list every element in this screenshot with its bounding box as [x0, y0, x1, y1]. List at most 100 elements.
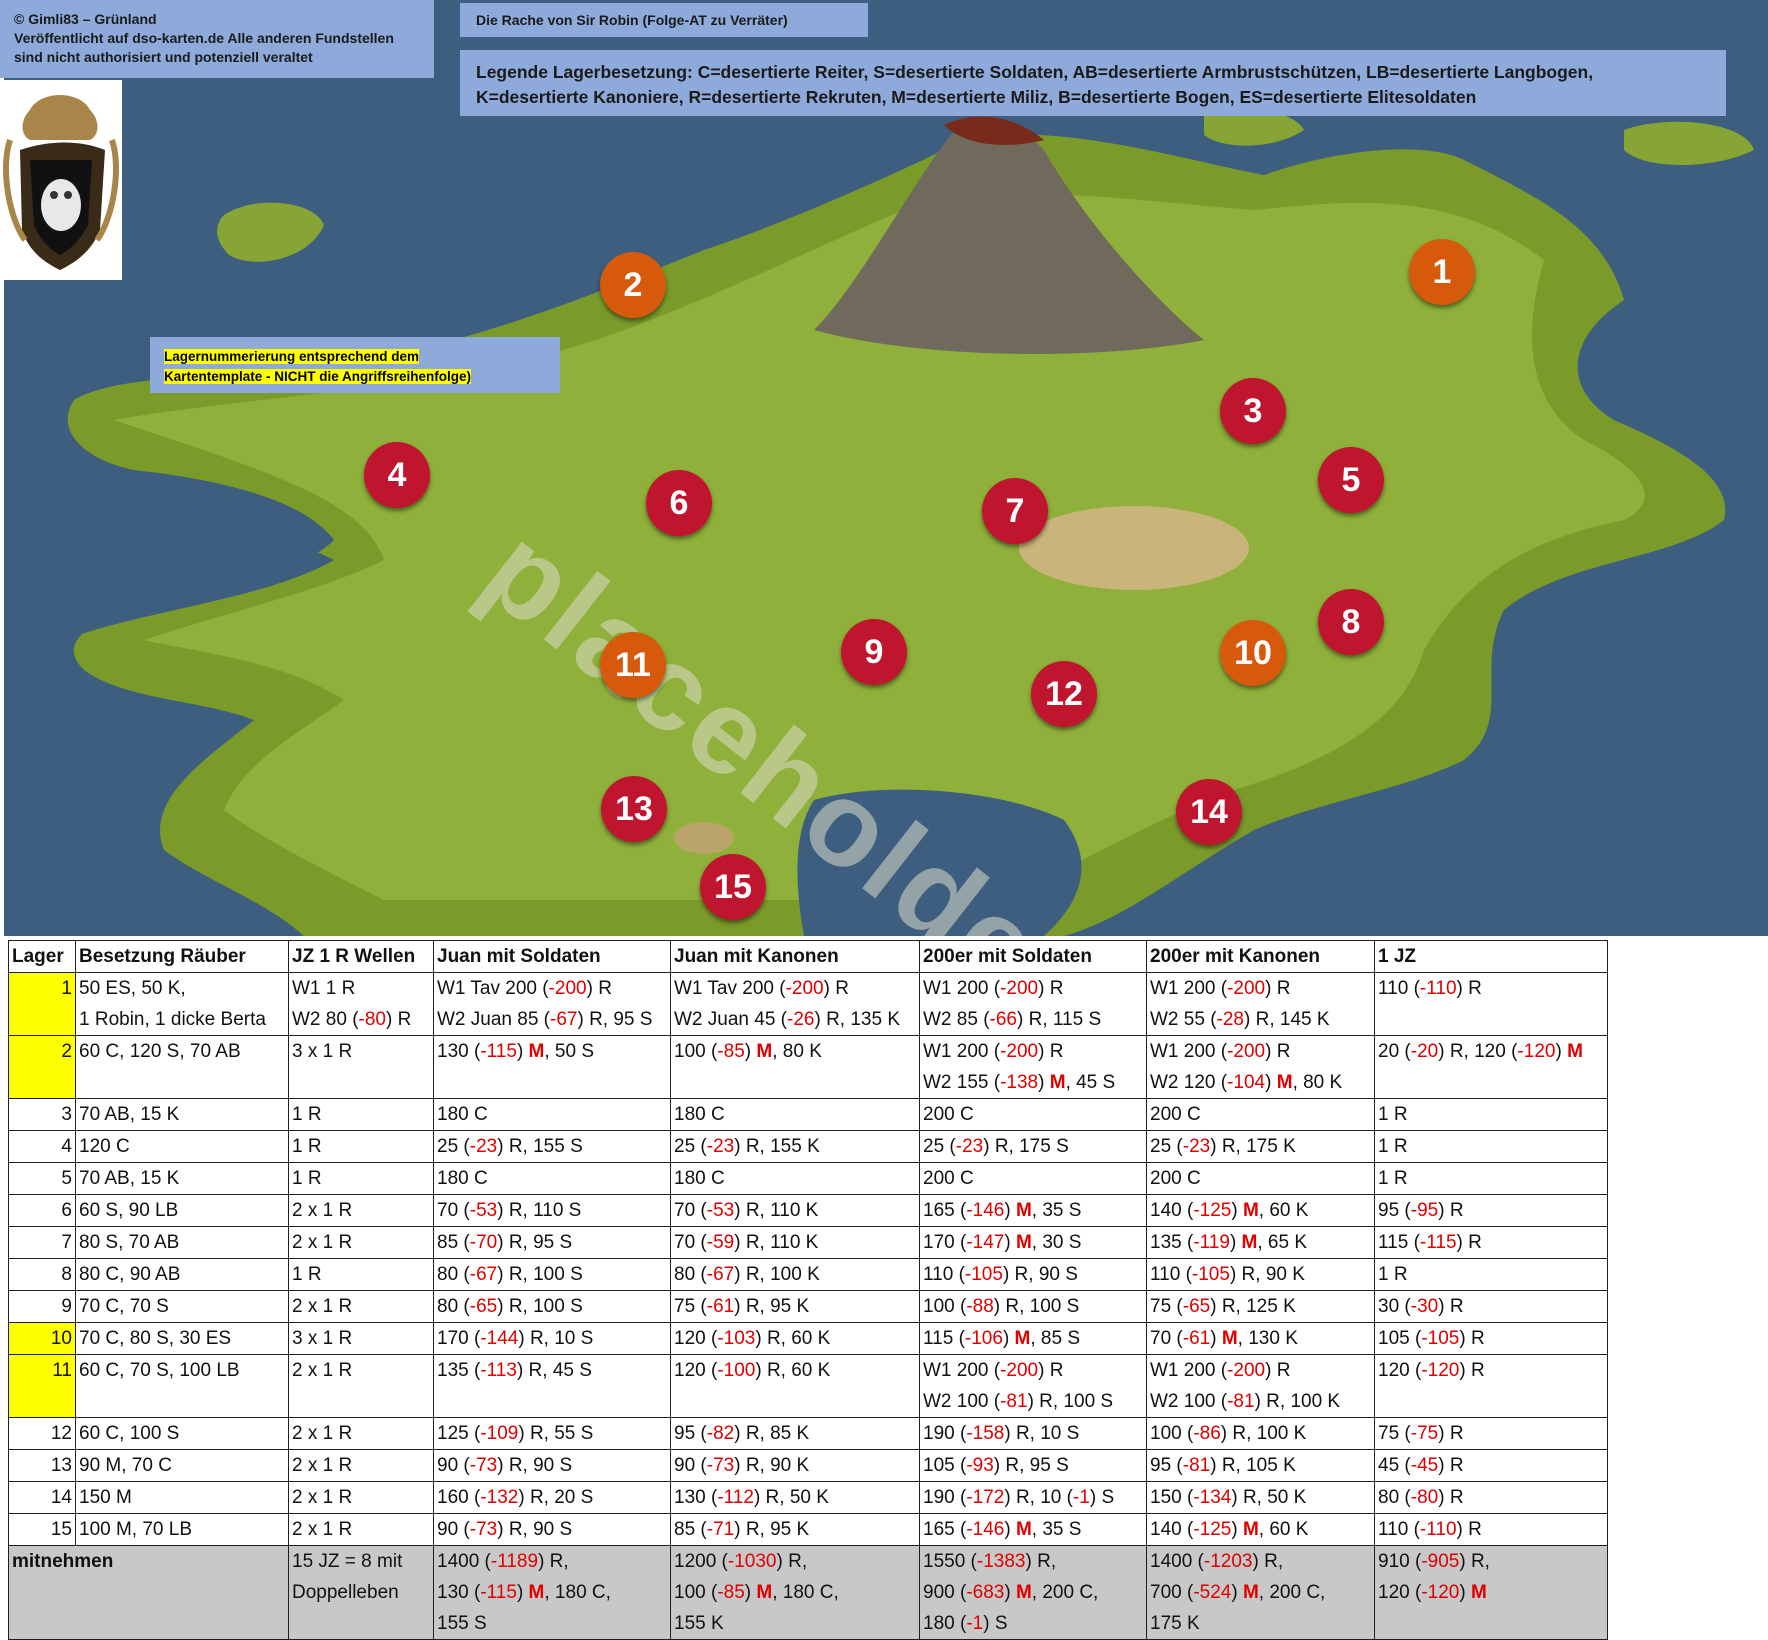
camp-marker-4[interactable]: 4: [364, 442, 430, 508]
camp-marker-9[interactable]: 9: [841, 619, 907, 685]
loss-value: -1383: [976, 1551, 1026, 1572]
camp-marker-13[interactable]: 13: [601, 776, 667, 842]
game-map: placeholder: [4, 0, 1768, 936]
loss-value: -200: [1000, 978, 1039, 999]
cell-line: 1 R: [1378, 1264, 1408, 1285]
adventure-title: Die Rache von Sir Robin (Folge-AT zu Ver…: [460, 3, 868, 37]
camp-marker-6[interactable]: 6: [646, 470, 712, 536]
cell-line: 15 JZ = 8 mit: [292, 1551, 403, 1572]
table-cell: 85 (-71) R, 95 K: [670, 1513, 920, 1546]
table-cell: 125 (-109) R, 55 S: [433, 1417, 671, 1450]
cell-line: 3 x 1 R: [292, 1328, 353, 1349]
camp-marker-3[interactable]: 3: [1220, 378, 1286, 444]
cell-line: 2 x 1 R: [292, 1232, 353, 1253]
table-cell: 120 (-120) R: [1374, 1354, 1608, 1418]
table-cell: 180 C: [433, 1098, 671, 1131]
militia-unit: M: [1049, 1072, 1066, 1093]
loss-value: -61: [706, 1296, 735, 1317]
table-cell: 2 x 1 R: [288, 1194, 434, 1227]
table-cell: 120 C: [75, 1130, 289, 1163]
camp-marker-11[interactable]: 11: [600, 632, 666, 698]
table-cell: 130 (-112) R, 50 K: [670, 1481, 920, 1514]
table-cell: 90 (-73) R, 90 S: [433, 1449, 671, 1482]
cell-line: 155 K: [674, 1613, 724, 1634]
table-cell: 90 M, 70 C: [75, 1449, 289, 1482]
cell-line: W2 100 (-81) R, 100 K: [1150, 1391, 1341, 1412]
militia-unit: M: [1567, 1041, 1583, 1062]
camp-marker-15[interactable]: 15: [700, 854, 766, 920]
militia-unit: M: [756, 1582, 773, 1603]
camp-marker-5[interactable]: 5: [1318, 447, 1384, 513]
loss-value: -105: [1191, 1264, 1230, 1285]
cell-line: 120 (-100) R, 60 K: [674, 1360, 831, 1381]
cell-line: 170 (-144) R, 10 S: [437, 1328, 594, 1349]
table-cell: 70 C, 70 S: [75, 1290, 289, 1323]
camp-number-cell: 6: [8, 1194, 76, 1227]
loss-value: -200: [1227, 1360, 1266, 1381]
camp-marker-12[interactable]: 12: [1031, 661, 1097, 727]
table-row: 4 120 C 1 R 25 (-23) R, 155 S 25 (-23) R, 15…: [8, 1130, 1608, 1163]
loss-value: -105: [964, 1264, 1003, 1285]
cell-line: 110 (-110) R: [1378, 1519, 1482, 1540]
cell-line: 80 (-65) R, 100 S: [437, 1296, 583, 1317]
table-cell: 100 (-88) R, 100 S: [919, 1290, 1147, 1323]
loss-value: -73: [706, 1455, 735, 1476]
loss-value: -125: [1193, 1519, 1232, 1540]
cell-line: W2 Juan 85 (-67) R, 95 S: [437, 1009, 653, 1030]
column-header: Juan mit Soldaten: [433, 940, 671, 973]
cell-line: W2 155 (-138) M, 45 S: [923, 1072, 1116, 1093]
loss-value: -93: [966, 1455, 994, 1476]
cell-line: 1 R: [292, 1136, 322, 1157]
credit-line: © Gimli83 – Grünland: [14, 11, 157, 27]
cell-line: 200 C: [1150, 1168, 1201, 1189]
cell-line: 135 (-113) R, 45 S: [437, 1360, 592, 1381]
table-cell: 95 (-82) R, 85 K: [670, 1417, 920, 1450]
table-cell: 170 (-147) M, 30 S: [919, 1226, 1147, 1259]
total-cell: 1400 (-1189) R, 130 (-115) M, 180 C, 155 S: [433, 1545, 671, 1640]
table-cell: 165 (-146) M, 35 S: [919, 1194, 1147, 1227]
table-row: 15 100 M, 70 LB 2 x 1 R 90 (-73) R, 90 S 85 …: [8, 1513, 1608, 1546]
camp-number-cell: 15: [8, 1513, 76, 1546]
camp-marker-7[interactable]: 7: [982, 478, 1048, 544]
total-cell: 1200 (-1030) R, 100 (-85) M, 180 C, 155 K: [670, 1545, 920, 1640]
table-cell: 110 (-105) R, 90 K: [1146, 1258, 1375, 1291]
cell-line: 20 (-20) R, 120 (-120) M: [1378, 1041, 1583, 1062]
table-row: 3 70 AB, 15 K 1 R 180 C 180 C 200 C 200 C 1 R: [8, 1098, 1608, 1131]
camp-marker-10[interactable]: 10: [1220, 620, 1286, 686]
loss-value: -200: [1000, 1041, 1039, 1062]
cell-line: 45 (-45) R: [1378, 1455, 1464, 1476]
table-cell: 20 (-20) R, 120 (-120) M: [1374, 1035, 1608, 1099]
column-header: JZ 1 R Wellen: [288, 940, 434, 973]
table-cell: 60 S, 90 LB: [75, 1194, 289, 1227]
loss-value: -524: [1193, 1582, 1232, 1603]
table-cell: 150 M: [75, 1481, 289, 1514]
table-row: 10 70 C, 80 S, 30 ES 3 x 1 R 170 (-144) R, …: [8, 1322, 1608, 1355]
total-row: mitnehmen 15 JZ = 8 mit Doppelleben 1400 (-…: [8, 1545, 1608, 1640]
table-cell: 80 (-67) R, 100 S: [433, 1258, 671, 1291]
table-cell: 190 (-172) R, 10 (-1) S: [919, 1481, 1147, 1514]
cell-line: 150 (-134) R, 50 K: [1150, 1487, 1307, 1508]
loss-value: -1203: [1203, 1551, 1253, 1572]
militia-unit: M: [756, 1041, 773, 1062]
table-cell: 115 (-106) M, 85 S: [919, 1322, 1147, 1355]
table-cell: 75 (-61) R, 95 K: [670, 1290, 920, 1323]
cell-line: 85 (-71) R, 95 K: [674, 1519, 810, 1540]
cell-line: W1 200 (-200) R: [1150, 978, 1291, 999]
camp-marker-8[interactable]: 8: [1318, 589, 1384, 655]
camp-marker-14[interactable]: 14: [1176, 779, 1242, 845]
cell-line: 75 (-75) R: [1378, 1423, 1464, 1444]
cell-line: 150 M: [79, 1487, 132, 1508]
cell-line: 70 (-53) R, 110 S: [437, 1200, 582, 1221]
cell-line: 95 (-82) R, 85 K: [674, 1423, 810, 1444]
loss-value: -158: [966, 1423, 1005, 1444]
table-cell: W1 200 (-200) R W2 100 (-81) R, 100 K: [1146, 1354, 1375, 1418]
camp-marker-2[interactable]: 2: [600, 252, 666, 318]
cell-line: W2 55 (-28) R, 145 K: [1150, 1009, 1330, 1030]
camp-marker-1[interactable]: 1: [1409, 239, 1475, 305]
cell-line: 110 (-110) R: [1378, 978, 1482, 999]
cell-line: 90 (-73) R, 90 K: [674, 1455, 810, 1476]
loss-value: -1189: [490, 1551, 539, 1572]
table-cell: 70 AB, 15 K: [75, 1162, 289, 1195]
cell-line: 200 C: [923, 1104, 974, 1125]
loss-value: -59: [706, 1232, 735, 1253]
